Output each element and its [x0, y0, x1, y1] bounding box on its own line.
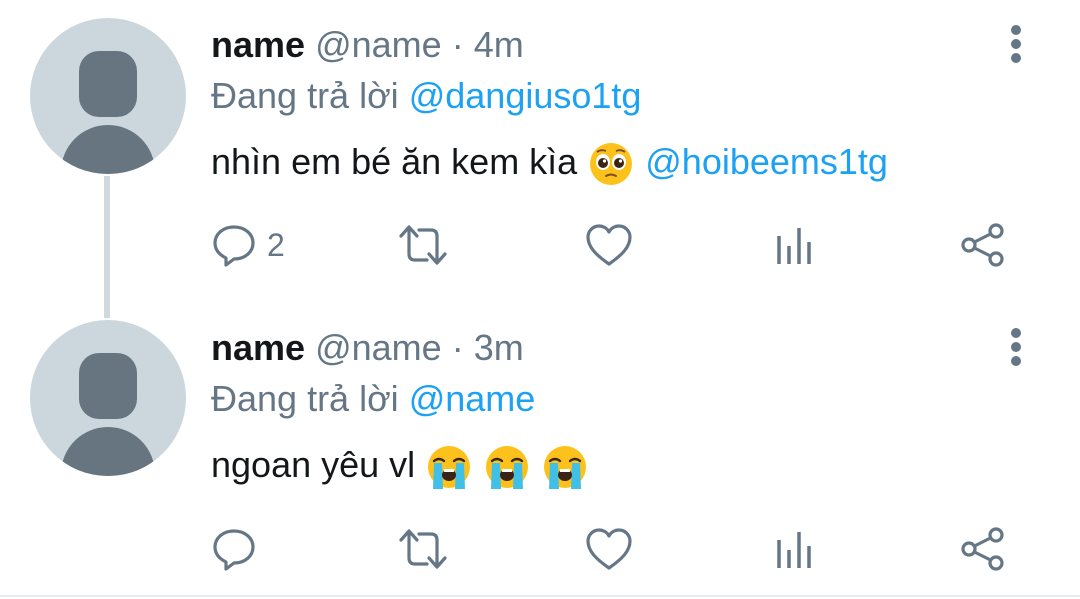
share-button[interactable]: [959, 220, 1007, 270]
share-icon: [961, 527, 1004, 571]
separator-dot: ·: [451, 327, 464, 368]
avatar-body-shape: [61, 427, 155, 476]
tweet-text: nhìn em bé ăn kem kìa @hoibeems1tg: [211, 140, 888, 186]
tweet-actions: 2: [211, 220, 1031, 270]
more-options-icon[interactable]: [1001, 325, 1031, 369]
like-button[interactable]: [584, 524, 634, 574]
user-handle[interactable]: @name: [315, 24, 442, 65]
replying-to-label: Đang trả lời: [211, 75, 399, 116]
views-button[interactable]: [773, 220, 817, 270]
replying-to: Đang trả lời @dangiuso1tg: [211, 74, 641, 118]
tweet-text-body: nhìn em bé ăn kem kìa: [211, 141, 578, 182]
avatar-body-shape: [61, 125, 155, 174]
bar-chart-icon: [777, 228, 811, 264]
replying-to-mention[interactable]: @dangiuso1tg: [409, 75, 642, 116]
thread-connector-line: [104, 176, 110, 318]
heart-icon: [586, 528, 632, 570]
user-handle[interactable]: @name: [315, 327, 442, 368]
tweet-actions: [211, 524, 1031, 574]
views-button[interactable]: [773, 524, 817, 574]
replying-to-label: Đang trả lời: [211, 378, 399, 419]
more-options-icon[interactable]: [1001, 22, 1031, 66]
avatar-head-shape: [79, 51, 137, 117]
loudly-crying-face-emoji-icon: [428, 446, 471, 490]
display-name[interactable]: name: [211, 327, 305, 368]
avatar[interactable]: [30, 18, 186, 174]
tweet-mention[interactable]: @hoibeems1tg: [645, 141, 888, 182]
reply-button[interactable]: [211, 524, 267, 574]
retweet-icon: [399, 529, 447, 569]
pleading-face-emoji-icon: [590, 143, 633, 186]
avatar[interactable]: [30, 320, 186, 476]
share-button[interactable]: [959, 524, 1007, 574]
replying-to-mention[interactable]: @name: [409, 378, 536, 419]
reply-icon: [213, 225, 255, 267]
avatar-head-shape: [79, 353, 137, 419]
like-button[interactable]: [584, 220, 634, 270]
replying-to: Đang trả lời @name: [211, 377, 535, 421]
reply-count: 2: [267, 226, 285, 263]
tweet-text: ngoan yêu vl: [211, 443, 589, 490]
reply-button[interactable]: 2: [211, 220, 285, 270]
timestamp[interactable]: 3m: [474, 327, 524, 368]
tweet-text-body: ngoan yêu vl: [211, 444, 416, 485]
tweet-header: name @name · 4m: [211, 23, 524, 67]
loudly-crying-face-emoji-icon: [544, 446, 587, 490]
retweet-button[interactable]: [397, 524, 449, 574]
heart-icon: [586, 224, 632, 266]
share-icon: [961, 223, 1004, 267]
separator-dot: ·: [451, 24, 464, 65]
retweet-button[interactable]: [397, 220, 449, 270]
bar-chart-icon: [777, 532, 811, 568]
tweet-header: name @name · 3m: [211, 326, 524, 370]
divider: [0, 595, 1080, 597]
timestamp[interactable]: 4m: [474, 24, 524, 65]
loudly-crying-face-emoji-icon: [486, 446, 529, 490]
display-name[interactable]: name: [211, 24, 305, 65]
reply-icon: [213, 529, 255, 571]
retweet-icon: [399, 225, 447, 265]
